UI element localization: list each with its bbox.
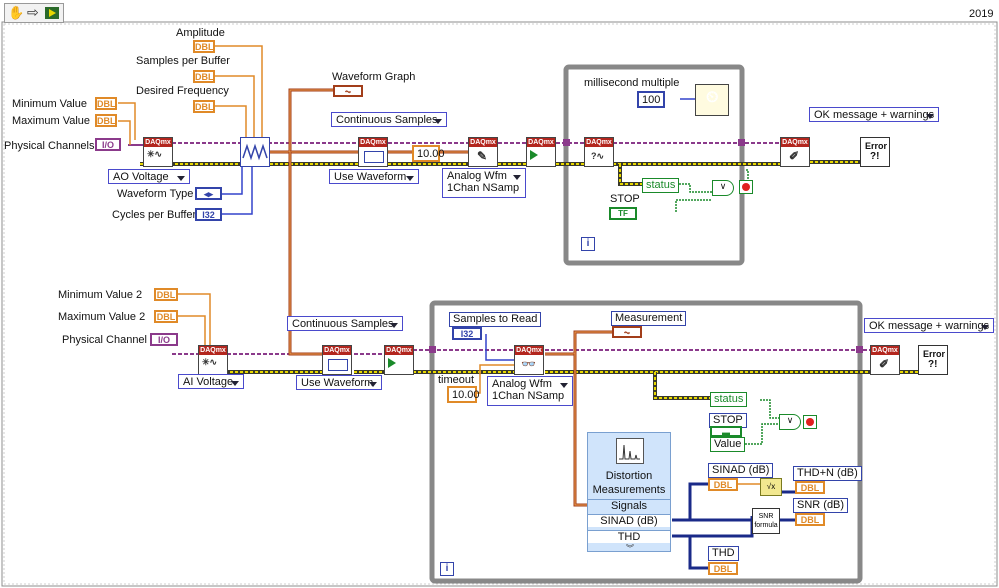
thdn-label: THD+N (dB) [793,466,862,481]
desired-frequency-label: Desired Frequency [136,85,229,97]
arrow-icon[interactable]: ⇨ [27,4,39,21]
physical-channel-label: Physical Channel [62,334,147,346]
distortion-expand-icon[interactable]: ︾ [626,543,634,554]
thd-label: THD [708,546,739,561]
status-unbundle-top: status [642,178,680,193]
stop-button-top[interactable]: TF [609,207,637,220]
millisecond-multiple-label: millisecond multiple [584,77,680,89]
use-waveform-top[interactable]: Use Waveform [329,169,419,184]
analog-wfm-read-selector[interactable]: Analog Wfm 1Chan NSamp [487,376,573,406]
stop-condition-bottom[interactable] [803,415,817,429]
analog-wfm-write-selector[interactable]: Analog Wfm 1Chan NSamp [442,168,526,198]
thdn-indicator: DBL [795,481,825,494]
waveform-generator-icon[interactable] [240,137,270,167]
snr-indicator: DBL [795,513,825,526]
timeout-constant-bottom[interactable]: 10.00 [447,386,480,403]
ao-voltage-enum[interactable]: AO Voltage [108,169,190,184]
samples-per-buffer-label: Samples per Buffer [136,55,230,67]
distortion-title-2: Measurements [592,484,666,496]
distortion-row-signals[interactable]: Signals [588,499,670,512]
loop2-tunnel-left [429,346,436,353]
ok-message-top[interactable]: OK message + warnings [809,107,939,122]
cycles-per-buffer-label: Cycles per Buffer [112,209,197,221]
cycles-per-buffer-control[interactable]: I32 [195,208,222,221]
or-gate-top: ∨ [712,180,734,196]
block-diagram: ✋ ⇨ 2019 Amplitude DBL Samples per Buffe… [0,0,999,588]
minimum-value-2-control[interactable]: DBL [154,288,178,301]
stop-condition-top[interactable] [739,180,753,194]
daqmx-read[interactable]: DAQmx 👓 [514,345,544,375]
ok-message-bottom[interactable]: OK message + warnings [864,318,994,333]
version-label: 2019 [969,8,994,20]
thdn-compute-node: √x [760,478,782,496]
error-handler-top[interactable]: Error?! [860,137,890,167]
daqmx-create-channel-ai[interactable]: DAQmx ✳∿ [198,345,228,375]
distortion-row-sinad[interactable]: SINAD (dB) [588,514,670,527]
amplitude-control[interactable]: DBL [193,40,215,53]
daqmx-timing-ao[interactable]: DAQmx [358,137,388,167]
loop2-tunnel-right [856,346,863,353]
daqmx-create-channel-ao[interactable]: DAQmx ✳∿ [143,137,173,167]
samples-per-buffer-control[interactable]: DBL [193,70,215,83]
wait-ms-constant[interactable]: 100 [637,91,665,108]
waveform-type-label: Waveform Type [117,188,194,200]
measurement-indicator: ⏦ [612,326,642,338]
maximum-value-2-control[interactable]: DBL [154,310,178,323]
distortion-title-1: Distortion [605,470,653,482]
desired-frequency-control[interactable]: DBL [193,100,215,113]
hand-icon[interactable]: ✋ [8,5,24,21]
minimum-value-control[interactable]: DBL [95,97,117,110]
daqmx-timing-ai[interactable]: DAQmx [322,345,352,375]
distortion-icon [616,438,644,464]
timeout-constant-top[interactable]: 10.00 [412,145,445,162]
snr-formula-node[interactable]: SNR formula [752,508,780,534]
maximum-value-control[interactable]: DBL [95,114,117,127]
loop1-tunnel-right [738,139,745,146]
samples-to-read-control[interactable]: I32 [452,327,482,340]
daqmx-write[interactable]: DAQmx ✎ [468,137,498,167]
continuous-samples-bottom[interactable]: Continuous Samples [287,316,403,331]
physical-channel-control[interactable]: I/O [150,333,178,346]
distortion-measurements-express-vi[interactable]: Distortion Measurements Signals SINAD (d… [587,432,671,554]
stop-value-label: Value [710,437,746,452]
daqmx-clear-ao[interactable]: DAQmx ✐ [780,137,810,167]
stop-label-top: STOP [610,193,640,205]
waveform-type-control[interactable]: ◂▸ [195,187,222,200]
wait-ms-icon[interactable]: ⏲ [695,84,729,116]
status-unbundle-bottom: status [710,392,748,407]
or-gate-bottom: ∨ [779,414,801,430]
sinad-indicator: DBL [708,478,738,491]
minimum-value-label: Minimum Value [12,98,87,110]
waveform-graph-indicator: ⏦ [333,85,363,97]
continuous-samples-top[interactable]: Continuous Samples [331,112,447,127]
thd-indicator: DBL [708,562,738,575]
waveform-graph-label: Waveform Graph [332,71,416,83]
daqmx-start-ai[interactable]: DAQmx [384,345,414,375]
iteration-terminal-top: i [581,237,595,251]
physical-channels-label: Physical Channels [4,140,95,152]
minimum-value-2-label: Minimum Value 2 [58,289,143,301]
snr-label: SNR (dB) [793,498,849,513]
error-handler-bottom[interactable]: Error?! [918,345,948,375]
daqmx-clear-ai[interactable]: DAQmx ✐ [870,345,900,375]
daqmx-is-task-done[interactable]: DAQmx ?∿ [584,137,614,167]
ai-voltage-enum[interactable]: AI Voltage [178,374,244,389]
run-icon[interactable] [45,7,59,19]
sinad-label: SINAD (dB) [708,463,774,478]
stop-button-bottom[interactable]: ▬ [710,426,742,437]
distortion-row-thd[interactable]: THD [588,530,670,543]
loop1-tunnel-left [563,139,570,146]
maximum-value-2-label: Maximum Value 2 [58,311,146,323]
use-waveform-bottom[interactable]: Use Waveform [296,375,382,390]
toolbar: ✋ ⇨ [4,3,64,23]
daqmx-start-ao[interactable]: DAQmx [526,137,556,167]
amplitude-label: Amplitude [176,27,225,39]
samples-to-read-label: Samples to Read [449,312,542,327]
physical-channels-control[interactable]: I/O [95,138,121,151]
maximum-value-label: Maximum Value [12,115,91,127]
measurement-label: Measurement [611,311,687,326]
iteration-terminal-bottom: i [440,562,454,576]
